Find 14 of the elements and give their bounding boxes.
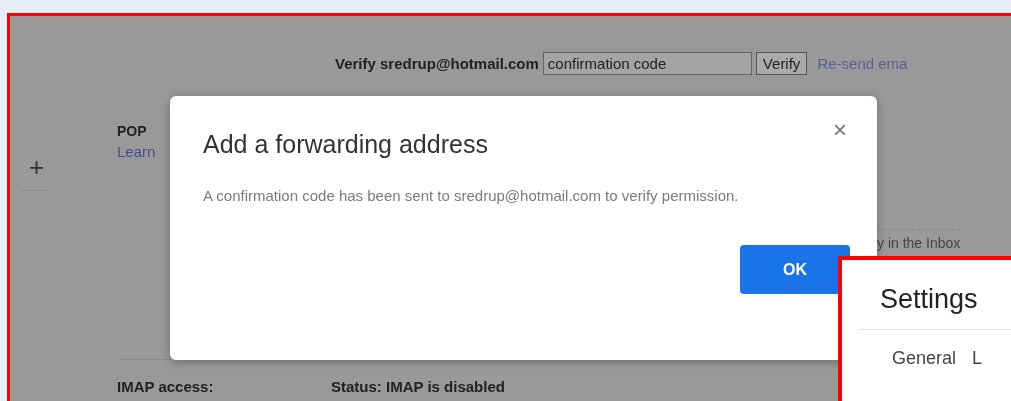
learn-more-link[interactable]: Learn <box>117 143 156 160</box>
verify-label: Verify sredrup@hotmail.com <box>335 55 539 72</box>
confirmation-code-field[interactable]: confirmation code <box>542 52 752 75</box>
ok-button[interactable]: OK <box>740 245 850 294</box>
settings-title: Settings <box>880 284 979 315</box>
verify-button[interactable]: Verify <box>755 52 808 75</box>
add-icon[interactable]: + <box>29 154 45 180</box>
dialog-message: A confirmation code has been sent to sredrup@hotmail.com to verify permission. <box>203 186 740 206</box>
dialog-title: Add a forwarding address <box>203 130 488 159</box>
imap-status: Status: IMAP is disabled <box>331 378 505 395</box>
settings-tab[interactable]: General <box>892 348 957 369</box>
settings-tab[interactable]: L <box>972 348 983 369</box>
pop-label: POP <box>117 123 147 139</box>
imap-label: IMAP access: <box>117 378 215 395</box>
